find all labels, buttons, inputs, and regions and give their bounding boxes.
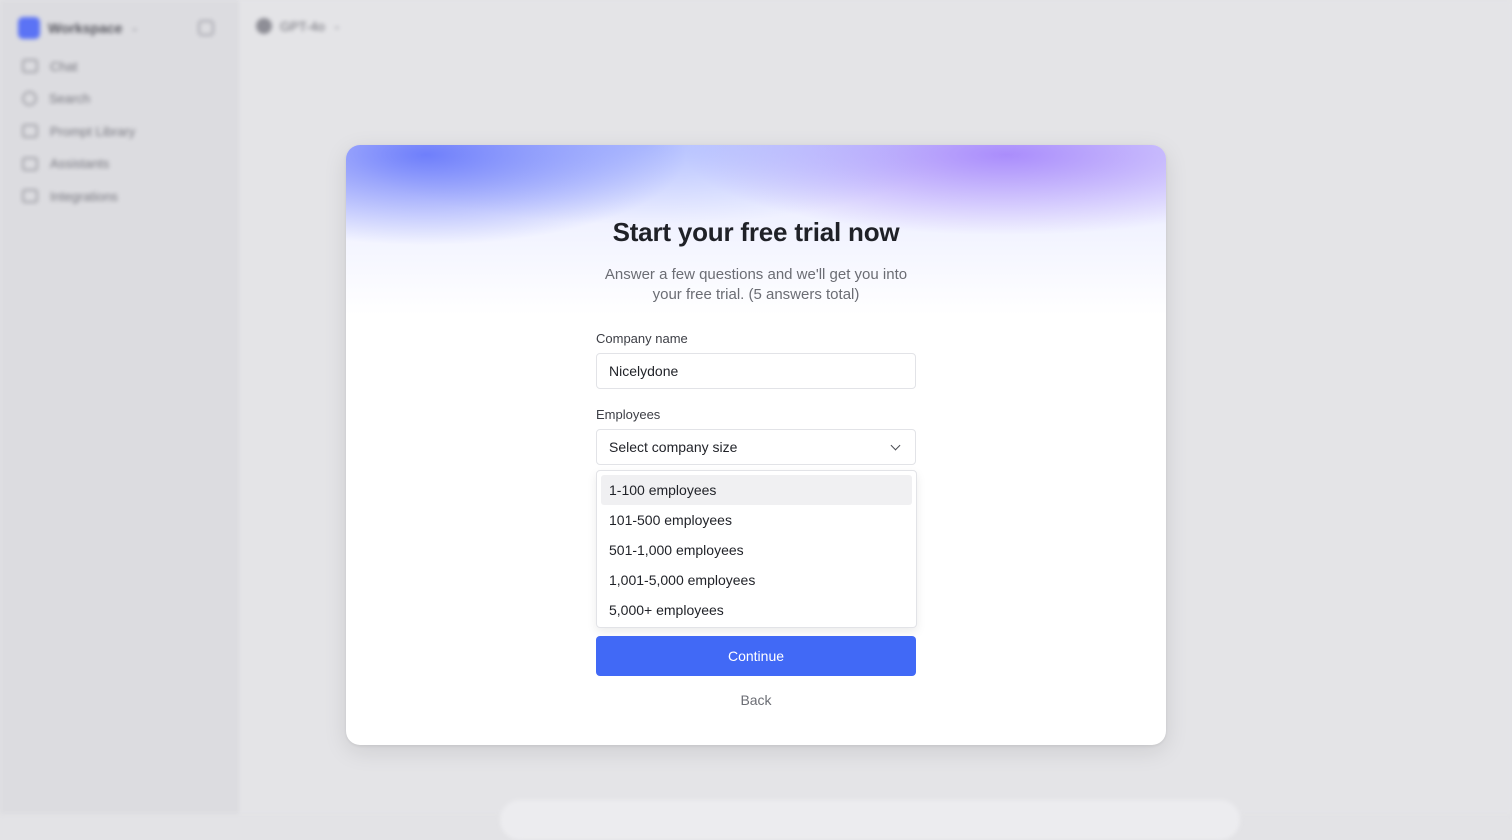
dropdown-option[interactable]: 501-1,000 employees [601,535,912,565]
library-icon [22,124,38,138]
workspace-logo [18,17,40,39]
workspace-switcher[interactable]: Workspace ⌄ [18,16,219,40]
free-trial-modal: Start your free trial now Answer a few q… [346,145,1166,745]
sidebar-item-label: Assistants [50,156,109,171]
company-name-value: Nicelydone [609,363,678,379]
company-name-label: Company name [596,331,688,346]
sidebar-item-label: Integrations [50,189,118,204]
company-name-input[interactable]: Nicelydone [596,353,916,389]
employees-select[interactable]: Select company size [596,429,916,465]
dropdown-option[interactable]: 1,001-5,000 employees [601,565,912,595]
search-icon [22,91,37,106]
model-selector[interactable]: GPT-4o ⌄ [256,18,341,34]
employees-select-placeholder: Select company size [609,439,737,455]
sidebar-item-label: Prompt Library [50,124,135,139]
model-name: GPT-4o [280,19,325,34]
dropdown-option[interactable]: 1-100 employees [601,475,912,505]
chevron-down-icon [891,440,901,450]
sidebar-item-search[interactable]: Search [18,83,219,116]
dropdown-option[interactable]: 101-500 employees [601,505,912,535]
sidebar: Workspace ⌄ Chat Search Prompt Library A… [0,0,238,814]
sidebar-item-integrations[interactable]: Integrations [18,180,219,213]
integrations-icon [22,189,38,203]
chevron-down-icon: ⌄ [130,23,138,34]
sidebar-item-prompt-library[interactable]: Prompt Library [18,115,219,148]
modal-title: Start your free trial now [346,217,1166,248]
collapse-sidebar-icon[interactable] [198,20,214,36]
employees-dropdown: 1-100 employees 101-500 employees 501-1,… [596,470,917,628]
chat-icon [22,59,38,73]
chevron-down-icon: ⌄ [333,21,341,32]
modal-subtitle: Answer a few questions and we'll get you… [596,265,916,305]
continue-button[interactable]: Continue [596,636,916,676]
back-link[interactable]: Back [596,692,916,708]
sidebar-item-label: Chat [50,59,77,74]
assistant-icon [22,157,38,171]
message-composer [500,800,1240,840]
sidebar-item-label: Search [49,91,90,106]
sidebar-item-chat[interactable]: Chat [18,50,219,83]
employees-label: Employees [596,407,660,422]
workspace-name: Workspace [48,20,122,36]
sidebar-item-assistants[interactable]: Assistants [18,148,219,181]
model-icon [256,18,272,34]
dropdown-option[interactable]: 5,000+ employees [601,595,912,625]
